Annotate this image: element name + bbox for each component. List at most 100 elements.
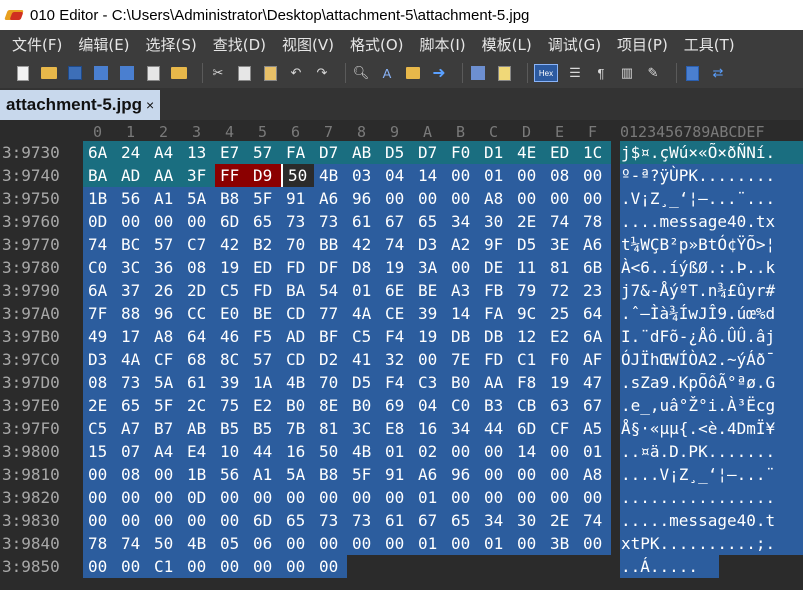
hex-byte[interactable]: 24	[116, 141, 149, 164]
hex-editor[interactable]: 0123456789ABCDEF 0123456789ABCDEF 3:9730…	[0, 120, 803, 590]
save-as-icon[interactable]	[92, 64, 110, 82]
hex-byte[interactable]: 02	[413, 440, 446, 463]
hex-byte[interactable]: 19	[413, 325, 446, 348]
hex-byte[interactable]: F8	[512, 371, 545, 394]
hex-byte[interactable]: B8	[215, 187, 248, 210]
ascii-row[interactable]: t¼WÇB²p»BtÓ¢ŸÕ>¦	[620, 233, 803, 256]
hex-byte[interactable]: 34	[446, 417, 479, 440]
hex-byte[interactable]: 00	[512, 164, 545, 187]
hex-byte[interactable]: B0	[347, 394, 380, 417]
hex-byte[interactable]: FD	[479, 348, 512, 371]
hex-byte[interactable]: 1A	[248, 371, 281, 394]
hex-byte[interactable]: C7	[182, 233, 215, 256]
hex-byte[interactable]: FA	[479, 302, 512, 325]
hex-byte[interactable]: 6A	[83, 279, 116, 302]
hex-byte[interactable]: 78	[578, 210, 611, 233]
hex-byte[interactable]: A4	[149, 141, 182, 164]
hex-byte[interactable]: AF	[578, 348, 611, 371]
hex-byte[interactable]: F0	[545, 348, 578, 371]
menu-item[interactable]: 查找(D)	[205, 34, 274, 55]
hex-byte[interactable]: 3B	[545, 532, 578, 555]
hex-byte[interactable]: 39	[215, 371, 248, 394]
hex-byte[interactable]: 00	[281, 486, 314, 509]
hex-byte[interactable]: 42	[215, 233, 248, 256]
hex-byte[interactable]: 49	[83, 325, 116, 348]
hex-byte[interactable]: C1	[149, 555, 182, 578]
hex-byte[interactable]: 05	[215, 532, 248, 555]
ascii-row[interactable]: Å§·«µµ{.<è.4DmÏ¥	[620, 417, 803, 440]
hex-byte[interactable]: 00	[182, 210, 215, 233]
hex-byte[interactable]: 15	[83, 440, 116, 463]
hex-byte[interactable]: 00	[512, 187, 545, 210]
ascii-row[interactable]: ..Á.....	[620, 555, 719, 578]
redo-icon[interactable]: ↷	[313, 64, 331, 82]
hex-byte[interactable]: 88	[116, 302, 149, 325]
hex-byte[interactable]: 00	[149, 210, 182, 233]
hex-byte[interactable]: A5	[578, 417, 611, 440]
ascii-row[interactable]: .ˆ–Ìà¾ÍwJÎ9.úœ%d	[620, 302, 803, 325]
hex-byte[interactable]: CD	[281, 302, 314, 325]
ascii-row[interactable]: xtPK..........;.	[620, 532, 803, 555]
hex-byte[interactable]: BA	[281, 279, 314, 302]
hex-byte[interactable]: E2	[248, 394, 281, 417]
hex-byte[interactable]: D5	[512, 233, 545, 256]
hex-byte[interactable]: 3C	[347, 417, 380, 440]
hex-byte[interactable]: 1C	[578, 141, 611, 164]
hex-byte[interactable]: AD	[116, 164, 149, 187]
hex-byte[interactable]: 64	[578, 302, 611, 325]
hex-byte[interactable]: DE	[479, 256, 512, 279]
hex-byte[interactable]: 0D	[182, 486, 215, 509]
hex-byte[interactable]: 74	[380, 233, 413, 256]
hex-byte[interactable]: 00	[545, 486, 578, 509]
hex-byte[interactable]: 01	[380, 440, 413, 463]
hex-byte[interactable]: 9C	[512, 302, 545, 325]
hex-byte[interactable]: 96	[149, 302, 182, 325]
hex-byte[interactable]: 61	[347, 210, 380, 233]
menu-item[interactable]: 视图(V)	[274, 34, 342, 55]
menu-item[interactable]: 项目(P)	[609, 34, 676, 55]
hex-byte[interactable]: 91	[380, 463, 413, 486]
hex-byte[interactable]: 01	[479, 164, 512, 187]
hex-byte[interactable]: A4	[149, 440, 182, 463]
hex-byte[interactable]: 00	[512, 532, 545, 555]
hex-byte[interactable]: 00	[182, 509, 215, 532]
hex-byte[interactable]: 13	[182, 141, 215, 164]
hex-byte[interactable]: 00	[446, 532, 479, 555]
hex-byte[interactable]: 73	[314, 509, 347, 532]
hex-byte[interactable]: 70	[314, 371, 347, 394]
ascii-row[interactable]: ÓJÏhŒWÍÒA2.~ýÁð¯	[620, 348, 803, 371]
hex-byte[interactable]: 04	[380, 164, 413, 187]
hex-byte[interactable]: A8	[149, 325, 182, 348]
hex-byte[interactable]: 01	[413, 532, 446, 555]
hex-byte[interactable]: D1	[479, 141, 512, 164]
hex-byte[interactable]: 00	[446, 187, 479, 210]
hex-byte[interactable]: 00	[149, 463, 182, 486]
hex-byte[interactable]: C0	[446, 394, 479, 417]
hex-byte[interactable]: E2	[545, 325, 578, 348]
hex-byte[interactable]: 64	[182, 325, 215, 348]
hex-byte[interactable]: 00	[116, 486, 149, 509]
hex-byte[interactable]: 07	[116, 440, 149, 463]
hex-byte[interactable]: 56	[215, 463, 248, 486]
hex-byte[interactable]: 19	[545, 371, 578, 394]
menu-item[interactable]: 编辑(E)	[70, 34, 137, 55]
hex-byte[interactable]: 67	[380, 210, 413, 233]
hex-byte[interactable]: D3	[413, 233, 446, 256]
tab-attachment-5[interactable]: attachment-5.jpg ×	[0, 90, 161, 120]
hex-byte[interactable]: CE	[380, 302, 413, 325]
hex-byte[interactable]: A2	[446, 233, 479, 256]
hex-byte[interactable]: 6D	[215, 210, 248, 233]
hex-byte[interactable]: 00	[281, 555, 314, 578]
hex-byte[interactable]: 81	[545, 256, 578, 279]
hex-byte[interactable]: 44	[479, 417, 512, 440]
hex-byte[interactable]: 34	[446, 210, 479, 233]
hex-byte[interactable]: C5	[347, 325, 380, 348]
hex-byte[interactable]: 50	[314, 440, 347, 463]
hex-byte[interactable]: A8	[479, 187, 512, 210]
hex-byte[interactable]: 6D	[512, 417, 545, 440]
hex-byte[interactable]: 16	[413, 417, 446, 440]
goto-icon[interactable]: ➜	[430, 64, 448, 82]
hex-byte[interactable]: 72	[545, 279, 578, 302]
hex-byte[interactable]: 14	[446, 302, 479, 325]
hex-byte[interactable]: FA	[281, 141, 314, 164]
